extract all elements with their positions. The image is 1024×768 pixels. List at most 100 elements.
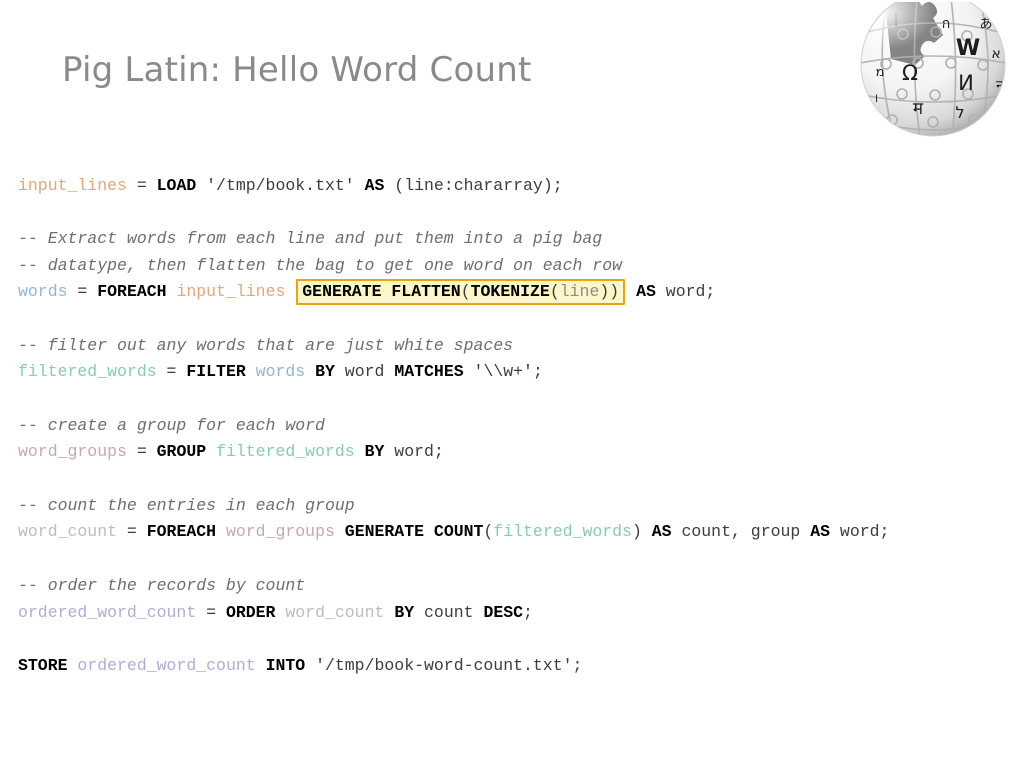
code-line: -- filter out any words that are just wh… [18, 333, 1008, 360]
code-token: ( [549, 282, 560, 302]
code-token: ( [483, 522, 494, 542]
code-token: word; [830, 522, 890, 542]
generate-flatten-callout[interactable]: GENERATE FLATTEN(TOKENIZE(line)) [296, 279, 626, 306]
code-token: GENERATE COUNT [344, 522, 484, 542]
code-token: words [18, 282, 68, 302]
page-title: Pig Latin: Hello Word Count [62, 50, 532, 90]
code-token: ordered_word_count [77, 655, 256, 675]
code-token: AS [636, 282, 656, 302]
code-token: = [126, 442, 157, 462]
code-token: (line:chararray); [384, 175, 563, 195]
svg-text:।: । [874, 91, 879, 105]
code-token: = [67, 282, 98, 302]
code-token: words [255, 362, 306, 382]
code-line: STORE ordered_word_count INTO '/tmp/book… [18, 653, 1008, 680]
code-token: -- count the entries in each group [18, 495, 355, 515]
code-token: word_groups [225, 522, 335, 542]
code-token: LOAD [156, 175, 197, 195]
slide-canvas: Pig Latin: Hello Word Count W И א न म ל … [0, 0, 1024, 768]
code-token: word; [384, 442, 444, 462]
code-line: word_groups = GROUP filtered_words BY wo… [18, 439, 1008, 466]
code-token: FOREACH [97, 282, 167, 302]
code-token: FOREACH [146, 522, 217, 542]
code-token: = [126, 175, 157, 195]
code-line: filtered_words = FILTER words BY word MA… [18, 359, 1008, 386]
code-token: -- filter out any words that are just wh… [18, 335, 514, 355]
code-token: INTO [265, 655, 306, 675]
code-token: word_count [18, 522, 118, 542]
code-line: input_lines = LOAD '/tmp/book.txt' AS (l… [18, 173, 1008, 200]
code-token: -- Extract words from each line and put … [18, 228, 603, 248]
code-token: filtered_words [216, 442, 355, 462]
code-token: filtered_words [493, 522, 632, 542]
code-token: ) [631, 522, 652, 542]
code-token: '/tmp/book-word-count.txt'; [305, 655, 583, 675]
code-token: -- order the records by count [18, 575, 306, 595]
code-token: = [156, 362, 187, 382]
code-token: )) [599, 282, 620, 302]
code-token: AS [364, 175, 385, 195]
code-token: FILTER [186, 362, 246, 382]
code-token: word; [655, 282, 716, 302]
code-line: -- datatype, then flatten the bag to get… [18, 253, 1008, 280]
code-token: input_lines [176, 282, 286, 302]
code-token: ( [460, 282, 471, 302]
code-token: ; [523, 602, 533, 622]
code-token: TOKENIZE [470, 282, 550, 302]
code-token: '\\w+'; [463, 362, 543, 382]
code-token: filtered_words [18, 362, 157, 382]
code-token: word [334, 362, 395, 382]
code-line: words = FOREACH input_lines GENERATE FLA… [18, 279, 1008, 306]
wikipedia-puzzle-globe-logo: W Ω И א न म ל מ । ก あ أ [850, 2, 1016, 140]
code-token: count, group [671, 522, 811, 542]
svg-text:ל: ל [955, 103, 964, 122]
wikipedia-globe-icon: W Ω И א न म ל מ । ก あ أ [860, 2, 1006, 137]
code-token: line [559, 282, 600, 302]
code-token: BY [364, 442, 385, 462]
code-line: word_count = FOREACH word_groups GENERAT… [18, 519, 1008, 546]
code-token: GROUP [156, 442, 207, 462]
code-token: ordered_word_count [18, 602, 197, 622]
code-token: AS [651, 522, 672, 542]
code-token: ORDER [225, 602, 276, 622]
code-token: GENERATE FLATTEN [302, 282, 461, 302]
svg-text:W: W [956, 36, 980, 61]
code-line: -- Extract words from each line and put … [18, 226, 1008, 253]
code-line: -- order the records by count [18, 573, 1008, 600]
code-token: -- datatype, then flatten the bag to get… [18, 255, 622, 275]
code-token: input_lines [18, 175, 127, 195]
code-token: DESC [483, 602, 524, 622]
svg-text:あ: あ [979, 17, 992, 32]
code-token: -- create a group for each word [18, 415, 325, 435]
code-token: '/tmp/book.txt' [196, 175, 365, 195]
code-line: -- count the entries in each group [18, 493, 1008, 520]
svg-text:א: א [991, 46, 1000, 62]
code-token: STORE [18, 655, 68, 675]
code-token: = [196, 602, 226, 622]
svg-text:म: म [913, 99, 924, 119]
code-token: MATCHES [394, 362, 464, 382]
code-token: AS [810, 522, 831, 542]
code-line: -- create a group for each word [18, 413, 1008, 440]
code-token: word_count [285, 602, 385, 622]
code-token: BY [315, 362, 335, 382]
code-token: count [414, 602, 484, 622]
